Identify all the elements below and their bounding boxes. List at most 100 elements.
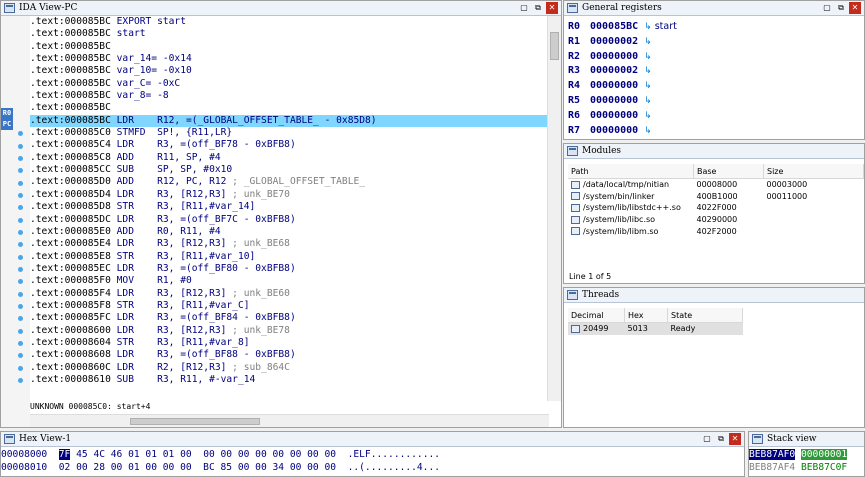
stack-row[interactable]: BEB87AF0 00000001 (749, 449, 848, 460)
disasm-line[interactable]: .text:000085BC start (30, 28, 549, 40)
register-value[interactable]: 00000000 (590, 80, 638, 91)
disasm-line[interactable]: .text:000085BC LDR R12, =(_GLOBAL_OFFSET… (30, 114, 549, 128)
breakpoint-dot-icon[interactable] (18, 328, 23, 334)
breakpoint-dot-icon[interactable] (18, 131, 23, 137)
breakpoint-dot-icon[interactable] (18, 168, 23, 174)
column-header-decimal[interactable]: Decimal (568, 308, 625, 323)
disasm-line[interactable]: .text:00008600 LDR R3, [R12,R3] ; unk_BE… (30, 325, 549, 337)
restore-icon[interactable]: ▢ (518, 2, 530, 14)
disasm-line[interactable]: .text:00008604 STR R3, [R11,#var_8] (30, 337, 549, 349)
ida-view-titlebar[interactable]: IDA View-PC ▢ ⧉ ✕ (1, 1, 561, 16)
disasm-line[interactable]: .text:000085C0 STMFD SP!, {R11,LR} (30, 127, 549, 139)
breakpoint-dot-icon[interactable] (18, 180, 23, 186)
disasm-line[interactable]: .text:000085E8 STR R3, [R11,#var_10] (30, 251, 549, 263)
register-row[interactable]: R3 00000002 ↳ (568, 65, 655, 76)
disasm-line[interactable]: .text:000085BC var_C= -0xC (30, 78, 549, 90)
threads-titlebar[interactable]: Threads (564, 288, 864, 303)
breakpoint-dot-icon[interactable] (18, 304, 23, 310)
horizontal-scrollbar[interactable] (30, 414, 549, 427)
thread-row[interactable]: 20499 5013 Ready (568, 322, 743, 335)
column-header-state[interactable]: State (667, 308, 743, 323)
column-header-size[interactable]: Size (763, 164, 864, 179)
breakpoint-dot-icon[interactable] (18, 242, 23, 248)
register-row[interactable]: R1 00000002 ↳ (568, 36, 655, 47)
module-row[interactable]: /system/lib/libstdc++.so 4022F000 (568, 202, 864, 214)
register-row[interactable]: R2 00000000 ↳ (568, 51, 655, 62)
breakpoint-dot-icon[interactable] (18, 192, 23, 198)
breakpoint-gutter[interactable]: R0 PC (1, 16, 30, 427)
register-row[interactable]: R5 00000000 ↳ (568, 95, 655, 106)
breakpoint-dot-icon[interactable] (18, 353, 23, 359)
hex-selected-byte[interactable]: 7F (58, 449, 71, 460)
column-header-base[interactable]: Base (693, 164, 764, 179)
disasm-line[interactable]: .text:000085BC var_10= -0x10 (30, 65, 549, 77)
disasm-line[interactable]: .text:000085EC LDR R3, =(off_BF80 - 0xBF… (30, 263, 549, 275)
register-value[interactable]: 000085BC (590, 21, 638, 32)
disasm-line[interactable]: .text:000085DC LDR R3, =(off_BF7C - 0xBF… (30, 214, 549, 226)
breakpoint-dot-icon[interactable] (18, 229, 23, 235)
jump-arrow-icon[interactable]: ↳ (644, 81, 652, 91)
register-value[interactable]: 00000000 (590, 110, 638, 121)
breakpoint-dot-icon[interactable] (18, 143, 23, 149)
breakpoint-dot-icon[interactable] (18, 254, 23, 260)
disasm-line[interactable]: .text:00008608 LDR R3, =(off_BF88 - 0xBF… (30, 349, 549, 361)
stack-view-titlebar[interactable]: Stack view (749, 432, 864, 447)
register-row[interactable]: R7 00000000 ↳ (568, 125, 655, 136)
disasm-line[interactable]: .text:000085BC var_14= -0x14 (30, 53, 549, 65)
register-value[interactable]: 00000002 (590, 36, 638, 47)
disasm-line[interactable]: .text:000085F8 STR R3, [R11,#var_C] (30, 300, 549, 312)
register-value[interactable]: 00000000 (590, 125, 638, 136)
column-header-hex[interactable]: Hex (624, 308, 668, 323)
scroll-thumb[interactable] (550, 32, 559, 60)
jump-arrow-icon[interactable]: ↳ (644, 126, 652, 136)
close-icon[interactable]: ✕ (729, 433, 741, 445)
disassembly-listing[interactable]: .text:000085BC EXPORT start .text:000085B… (30, 16, 549, 401)
breakpoint-dot-icon[interactable] (18, 341, 23, 347)
module-row[interactable]: /system/bin/linker 400B1000 00011000 (568, 191, 864, 203)
jump-arrow-icon[interactable]: ↳ (644, 22, 652, 32)
jump-arrow-icon[interactable]: ↳ (644, 111, 652, 121)
register-row[interactable]: R0 000085BC ↳ start (568, 21, 677, 32)
disasm-line[interactable]: .text:000085BC (30, 102, 549, 114)
disasm-line[interactable]: .text:000085BC var_8= -8 (30, 90, 549, 102)
disasm-line[interactable]: .text:000085D0 ADD R12, PC, R12 ; _GLOBA… (30, 176, 549, 188)
disasm-line[interactable]: .text:000085F0 MOV R1, #0 (30, 275, 549, 287)
jump-arrow-icon[interactable]: ↳ (644, 37, 652, 47)
vertical-scrollbar[interactable] (547, 16, 561, 401)
float-icon[interactable]: ⧉ (532, 2, 544, 14)
close-icon[interactable]: ✕ (546, 2, 558, 14)
breakpoint-dot-icon[interactable] (18, 365, 23, 371)
hex-row[interactable]: 00008000 7F 45 4C 46 01 01 01 00 00 00 0… (1, 449, 440, 460)
stack-row[interactable]: BEB87AF4 BEB87C0F (749, 462, 847, 473)
module-row[interactable]: /system/lib/libm.so 402F2000 (568, 225, 864, 237)
modules-titlebar[interactable]: Modules (564, 144, 864, 159)
disasm-line[interactable]: .text:000085BC EXPORT start (30, 16, 549, 28)
disasm-line[interactable]: .text:000085C8 ADD R11, SP, #4 (30, 152, 549, 164)
disasm-line[interactable]: .text:000085FC LDR R3, =(off_BF84 - 0xBF… (30, 312, 549, 324)
hex-view-titlebar[interactable]: Hex View-1 ▢ ⧉ ✕ (1, 432, 744, 447)
register-row[interactable]: R6 00000000 ↳ (568, 110, 655, 121)
breakpoint-dot-icon[interactable] (18, 217, 23, 223)
float-icon[interactable]: ⧉ (835, 2, 847, 14)
registers-titlebar[interactable]: General registers ▢ ⧉ ✕ (564, 1, 864, 16)
jump-arrow-icon[interactable]: ↳ (644, 52, 652, 62)
scroll-thumb[interactable] (130, 418, 260, 425)
disasm-line[interactable]: .text:000085D4 LDR R3, [R12,R3] ; unk_BE… (30, 189, 549, 201)
restore-icon[interactable]: ▢ (701, 433, 713, 445)
disasm-line[interactable]: .text:000085CC SUB SP, SP, #0x10 (30, 164, 549, 176)
disasm-line[interactable]: .text:000085C4 LDR R3, =(off_BF78 - 0xBF… (30, 139, 549, 151)
breakpoint-dot-icon[interactable] (18, 378, 23, 384)
column-header-path[interactable]: Path (568, 164, 694, 179)
register-value[interactable]: 00000000 (590, 95, 638, 106)
breakpoint-dot-icon[interactable] (18, 267, 23, 272)
breakpoint-dot-icon[interactable] (18, 291, 23, 297)
disasm-line[interactable]: .text:000085D8 STR R3, [R11,#var_14] (30, 201, 549, 213)
breakpoint-dot-icon[interactable] (18, 316, 23, 322)
hex-row[interactable]: 00008010 02 00 28 00 01 00 00 00 BC 85 0… (1, 462, 440, 473)
breakpoint-dot-icon[interactable] (18, 279, 23, 285)
disasm-line[interactable]: .text:0000860C LDR R2, [R12,R3] ; sub_86… (30, 362, 549, 374)
register-value[interactable]: 00000000 (590, 51, 638, 62)
breakpoint-dot-icon[interactable] (18, 155, 23, 161)
restore-icon[interactable]: ▢ (821, 2, 833, 14)
jump-arrow-icon[interactable]: ↳ (644, 96, 652, 106)
